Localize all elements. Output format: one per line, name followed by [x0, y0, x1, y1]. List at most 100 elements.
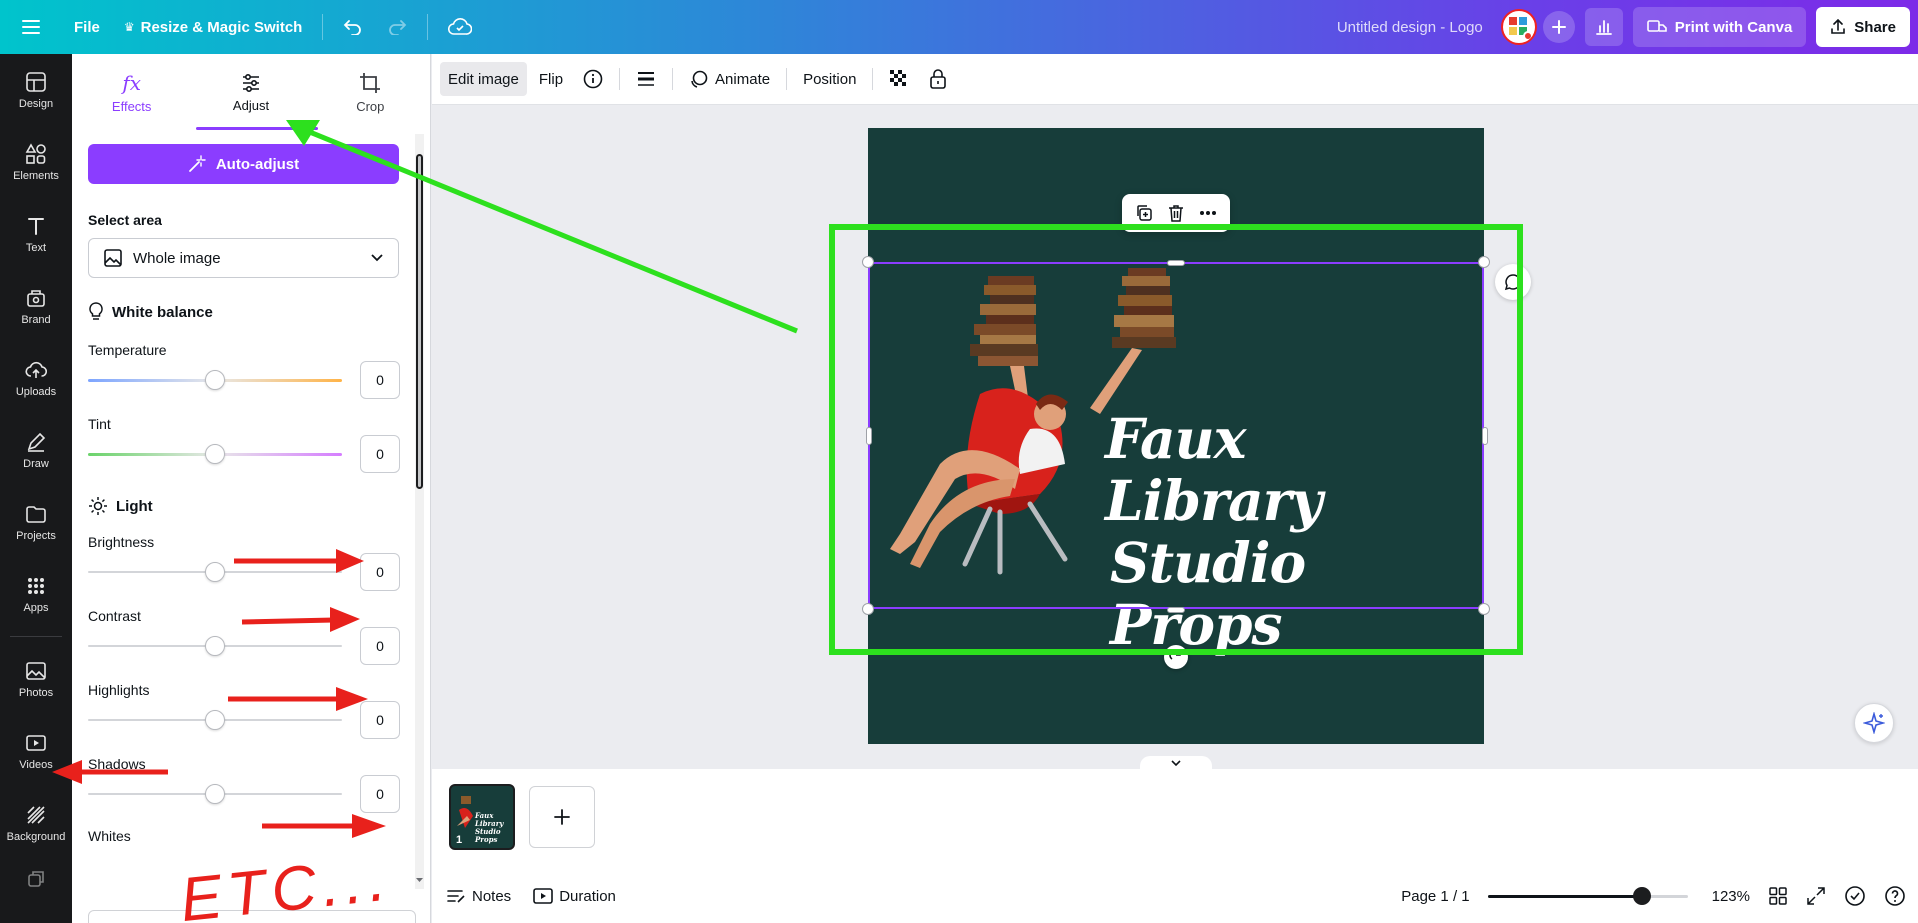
slider-knob[interactable] — [205, 370, 225, 390]
user-avatar[interactable] — [1500, 9, 1537, 45]
scroll-down-arrow-icon[interactable] — [415, 876, 424, 884]
tint-slider[interactable] — [88, 444, 342, 464]
cloud-check-icon — [448, 18, 473, 35]
resize-handle-left[interactable] — [866, 427, 872, 445]
tab-label: Adjust — [232, 97, 270, 113]
rail-label: Elements — [13, 169, 59, 182]
panel-scrollbar[interactable] — [415, 134, 424, 889]
brightness-value[interactable]: 0 — [360, 553, 400, 591]
temperature-value[interactable]: 0 — [360, 361, 400, 399]
thumbnail-text: Faux Library Studio Props — [475, 811, 504, 844]
rail-photos[interactable]: Photos — [0, 643, 72, 715]
scrollbar-thumb[interactable] — [416, 154, 423, 489]
shadows-slider[interactable] — [88, 784, 342, 804]
divider — [619, 68, 621, 90]
rail-uploads[interactable]: Uploads — [0, 342, 72, 414]
help-icon[interactable] — [1884, 885, 1906, 907]
select-area-dropdown[interactable]: Whole image — [88, 238, 399, 278]
duplicate-icon[interactable] — [1134, 203, 1154, 223]
zoom-level[interactable]: 123% — [1712, 888, 1750, 905]
temperature-slider[interactable] — [88, 370, 342, 390]
invite-button[interactable] — [1542, 11, 1575, 43]
rail-label: Background — [6, 830, 66, 843]
shadows-label: Shadows — [88, 756, 146, 772]
resize-button[interactable]: ♛ Resize & Magic Switch — [112, 8, 314, 46]
flip-button[interactable]: Flip — [531, 62, 571, 96]
rail-elements[interactable]: Elements — [0, 126, 72, 198]
notes-button[interactable]: Notes — [446, 888, 511, 905]
collapse-pages-toggle[interactable] — [1140, 756, 1212, 770]
check-circle-icon[interactable] — [1844, 885, 1866, 907]
trash-icon[interactable] — [1166, 203, 1186, 223]
resize-handle-bottom-right[interactable] — [1478, 603, 1490, 615]
shadows-value[interactable]: 0 — [360, 775, 400, 813]
add-page-button[interactable] — [529, 786, 595, 848]
slider-knob[interactable] — [205, 710, 225, 730]
insights-button[interactable] — [1584, 8, 1623, 46]
left-rail: Design Elements Text Brand Uploads Draw … — [0, 54, 72, 923]
highlights-slider[interactable] — [88, 710, 342, 730]
position-button[interactable]: Position — [795, 62, 864, 96]
rail-background[interactable]: Background — [0, 787, 72, 859]
rail-brand[interactable]: Brand — [0, 270, 72, 342]
share-button[interactable]: Share — [1816, 7, 1910, 47]
slider-knob[interactable] — [205, 784, 225, 804]
slider-knob[interactable] — [205, 444, 225, 464]
duration-button[interactable]: Duration — [533, 887, 616, 905]
magic-assistant-button[interactable] — [1854, 703, 1894, 743]
add-comment-button[interactable] — [1495, 264, 1531, 300]
slider-knob[interactable] — [205, 636, 225, 656]
edit-image-button[interactable]: Edit image — [440, 62, 527, 96]
selection-box[interactable] — [868, 262, 1484, 609]
rail-more[interactable] — [0, 859, 72, 899]
info-button[interactable] — [575, 62, 611, 96]
contrast-slider[interactable] — [88, 636, 342, 656]
contrast-value[interactable]: 0 — [360, 627, 400, 665]
brightness-slider[interactable] — [88, 562, 342, 582]
more-options-icon[interactable] — [1198, 203, 1218, 223]
print-button[interactable]: Print with Canva — [1632, 7, 1807, 47]
save-status-button[interactable] — [436, 8, 484, 46]
file-menu-button[interactable]: File — [62, 8, 112, 46]
rail-text[interactable]: Text — [0, 198, 72, 270]
auto-adjust-button[interactable]: Auto-adjust — [88, 144, 399, 184]
tint-value[interactable]: 0 — [360, 435, 400, 473]
resize-handle-top-left[interactable] — [862, 256, 874, 268]
rail-videos[interactable]: Videos — [0, 715, 72, 787]
rail-draw[interactable]: Draw — [0, 414, 72, 486]
fullscreen-icon[interactable] — [1806, 886, 1826, 906]
tab-crop[interactable]: Crop — [311, 54, 430, 130]
reset-adjustments-button[interactable]: Reset adjustments — [88, 910, 416, 923]
transparency-button[interactable] — [881, 62, 917, 96]
resize-handle-bottom-left[interactable] — [862, 603, 874, 615]
rail-design[interactable]: Design — [0, 54, 72, 126]
rail-apps[interactable]: Apps — [0, 558, 72, 630]
zoom-slider-fill — [1487, 894, 1642, 898]
resize-handle-top-right[interactable] — [1478, 256, 1490, 268]
highlights-value[interactable]: 0 — [360, 701, 400, 739]
border-style-button[interactable] — [628, 62, 664, 96]
grid-view-icon[interactable] — [1768, 886, 1788, 906]
notes-label: Notes — [472, 887, 512, 905]
resize-handle-bottom[interactable] — [1167, 607, 1185, 613]
rail-label: Photos — [18, 686, 54, 699]
undo-button[interactable] — [331, 8, 375, 46]
tab-effects[interactable]: fx Effects — [72, 54, 191, 130]
zoom-slider[interactable] — [1487, 886, 1688, 905]
document-title[interactable]: Untitled design - Logo — [1337, 19, 1483, 36]
tab-adjust[interactable]: Adjust — [191, 54, 310, 130]
resize-handle-right[interactable] — [1482, 427, 1488, 445]
page-indicator[interactable]: Page 1 / 1 — [1401, 888, 1469, 905]
animate-button[interactable]: Animate — [681, 62, 778, 96]
rotate-handle[interactable] — [1164, 645, 1188, 669]
lock-button[interactable] — [921, 62, 955, 96]
divider — [427, 14, 429, 40]
zoom-slider-knob[interactable] — [1632, 886, 1651, 905]
main-menu-button[interactable] — [0, 8, 62, 46]
slider-knob[interactable] — [205, 562, 225, 582]
design-icon — [26, 71, 46, 92]
rail-projects[interactable]: Projects — [0, 486, 72, 558]
redo-button[interactable] — [375, 8, 419, 46]
resize-handle-top[interactable] — [1167, 260, 1185, 266]
page-thumbnail[interactable]: Faux Library Studio Props 1 — [449, 784, 515, 850]
